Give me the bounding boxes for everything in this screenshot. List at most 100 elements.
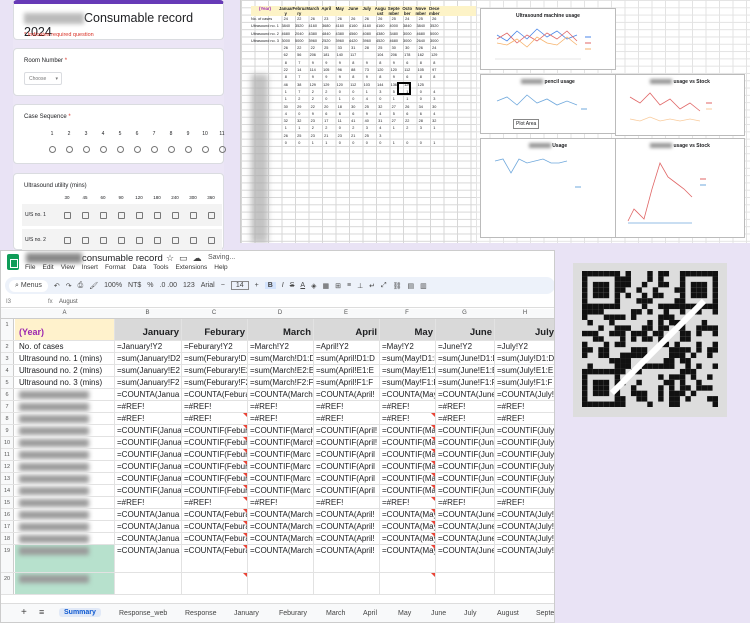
radio-button[interactable] (116, 146, 124, 153)
all-sheets-icon[interactable]: ≡ (39, 607, 44, 617)
cell[interactable]: =May!Y2 (379, 341, 435, 352)
chart-pencil-vs-stock[interactable]: usage vs Stock (615, 74, 745, 136)
undo-icon[interactable]: ↶ (54, 282, 60, 290)
cell[interactable]: March (247, 319, 313, 340)
row-number[interactable]: 6 (1, 389, 14, 400)
menu-format[interactable]: Format (105, 264, 126, 271)
case-option[interactable]: 4 (99, 131, 107, 153)
cell[interactable]: Feburary (181, 319, 247, 340)
move-folder-icon[interactable]: ▭ (179, 253, 193, 263)
number-format-button[interactable]: 123 (183, 282, 195, 289)
sheet-tab-june[interactable]: June (431, 610, 446, 617)
cell[interactable]: =January!Y2 (114, 341, 181, 352)
cell[interactable]: =COUNTIF(May (379, 461, 435, 472)
document-title[interactable]: consumable record (26, 253, 163, 264)
cell[interactable]: =COUNTA(June (435, 509, 494, 520)
radio-button[interactable] (167, 146, 175, 153)
radio-button[interactable] (150, 146, 158, 153)
cell[interactable]: =COUNTIF(Jun (435, 485, 494, 496)
cell[interactable]: =#REF! (181, 497, 247, 508)
cell[interactable]: =COUNTIF(July! (494, 425, 554, 436)
column-header-g[interactable]: G (435, 310, 494, 316)
cell[interactable]: =COUNTA(April! (313, 509, 379, 520)
cell[interactable]: =COUNTA(April! (313, 533, 379, 544)
cell[interactable]: =COUNTA(April! (313, 389, 379, 400)
percent-button[interactable]: % (147, 282, 153, 289)
cell[interactable]: =#REF! (494, 497, 554, 508)
row-number[interactable]: 4 (1, 365, 14, 376)
cell[interactable] (181, 573, 247, 594)
row-label-cell[interactable] (15, 401, 114, 412)
cell[interactable]: =COUNTIF(April! (313, 425, 379, 436)
case-option[interactable]: 7 (150, 131, 158, 153)
cell[interactable]: =#REF! (379, 497, 435, 508)
strikethrough-button[interactable]: S (290, 282, 295, 289)
checkbox[interactable] (207, 236, 215, 244)
row-label-cell[interactable] (15, 413, 114, 424)
column-header-c[interactable]: C (181, 310, 247, 316)
cell[interactable]: =COUNTA(May! (379, 389, 435, 400)
cell[interactable]: =COUNTIF(April (313, 485, 379, 496)
radio-button[interactable] (184, 146, 192, 153)
cell[interactable]: =sum(January!D2 (114, 353, 181, 364)
row-number[interactable]: 17 (1, 521, 14, 532)
formula-input[interactable]: August (59, 299, 78, 305)
cell[interactable]: =COUNTA(Febura (181, 533, 247, 544)
font-size-plus[interactable]: + (255, 282, 259, 289)
checkbox[interactable] (135, 211, 143, 219)
radio-button[interactable] (218, 146, 226, 153)
cell[interactable]: =COUNTA(Febura (181, 521, 247, 532)
cell[interactable]: =COUNTIF(March (247, 437, 313, 448)
checkbox[interactable] (171, 236, 179, 244)
cell[interactable]: =COUNTA(Febura (181, 389, 247, 400)
rotate-icon[interactable]: ⤢ (381, 282, 387, 290)
cell[interactable] (114, 573, 181, 594)
cell[interactable]: =#REF! (247, 413, 313, 424)
checkbox[interactable] (135, 236, 143, 244)
cell[interactable]: =COUNTA(Janua (114, 521, 181, 532)
column-header-f[interactable]: F (379, 310, 435, 316)
row-label-cell[interactable]: Ultrasound no. 1 (mins) (15, 353, 114, 364)
row-number[interactable]: 11 (1, 449, 14, 460)
cell[interactable] (435, 573, 494, 594)
sheet-tab-march[interactable]: March (326, 610, 345, 617)
case-option[interactable]: 2 (65, 131, 73, 153)
row-label-cell[interactable] (15, 449, 114, 460)
cell[interactable]: =#REF! (435, 401, 494, 412)
cell[interactable]: =COUNTA(July! (494, 521, 554, 532)
checkbox[interactable] (153, 211, 161, 219)
cell[interactable]: =COUNTA(July! (494, 545, 554, 572)
cell[interactable]: =COUNTA(Janua (114, 545, 181, 572)
cell[interactable]: June (435, 319, 494, 340)
radio-button[interactable] (65, 146, 73, 153)
row-number[interactable]: 18 (1, 533, 14, 544)
cell[interactable]: =COUNTA(March (247, 533, 313, 544)
cell[interactable]: =COUNTIF(July (494, 473, 554, 484)
row-label-cell[interactable] (15, 461, 114, 472)
radio-button[interactable] (99, 146, 107, 153)
cell[interactable]: =June!Y2 (435, 341, 494, 352)
row-number[interactable]: 15 (1, 497, 14, 508)
name-box[interactable]: I3 (6, 299, 11, 305)
cell[interactable]: =sum(May!F1:F (379, 377, 435, 388)
cell[interactable]: =#REF! (494, 401, 554, 412)
checkbox[interactable] (99, 211, 107, 219)
cell[interactable]: =COUNTIF(May (379, 437, 435, 448)
cell[interactable]: =sum(January!F2 (114, 377, 181, 388)
chart-ultrasound-usage[interactable]: Ultrasound machine usage (480, 8, 616, 70)
menu-tools[interactable]: Tools (153, 264, 168, 271)
row-label-cell[interactable] (15, 521, 114, 532)
checkbox[interactable] (81, 211, 89, 219)
cell[interactable]: =COUNTA(April! (313, 521, 379, 532)
checkbox[interactable] (171, 211, 179, 219)
cell[interactable]: =#REF! (435, 497, 494, 508)
checkbox[interactable] (189, 236, 197, 244)
valign-icon[interactable]: ⊥ (357, 282, 363, 290)
cell[interactable]: =sum(July!E1:E (494, 365, 554, 376)
row-number[interactable]: 9 (1, 425, 14, 436)
cell[interactable]: =COUNTA(Febura (181, 545, 247, 572)
cell[interactable]: =sum(July!F1:F (494, 377, 554, 388)
row-number[interactable]: 5 (1, 377, 14, 388)
sheet-tab-april[interactable]: April (363, 610, 377, 617)
cell[interactable]: =COUNTA(May! (379, 521, 435, 532)
